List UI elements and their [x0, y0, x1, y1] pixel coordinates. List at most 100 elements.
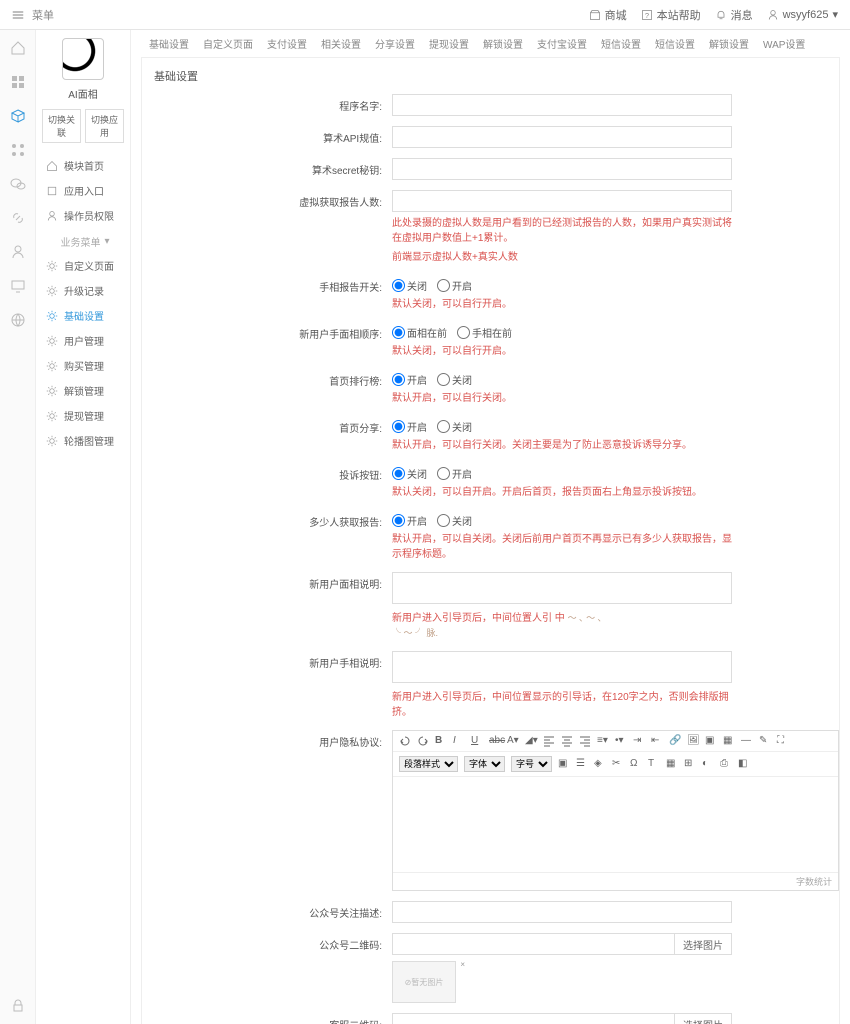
bold-icon[interactable]: B — [435, 735, 447, 747]
radio-howmany-off[interactable]: 关闭 — [437, 513, 472, 528]
top-link-msg[interactable]: 消息 — [715, 7, 753, 23]
menu-label[interactable]: 菜单 — [32, 7, 54, 23]
rail-globe-icon[interactable] — [10, 312, 26, 328]
bg-color-icon[interactable]: ◢▾ — [525, 735, 537, 747]
tab-6[interactable]: 解锁设置 — [483, 36, 523, 51]
hr-icon[interactable]: — — [741, 735, 753, 747]
gzh-desc-input[interactable] — [392, 901, 732, 923]
tab-0[interactable]: 基础设置 — [149, 36, 189, 51]
video-icon[interactable]: ▣ — [705, 735, 717, 747]
format-select[interactable]: 段落样式 — [399, 756, 458, 772]
image-icon[interactable]: 🖼 — [687, 735, 699, 747]
tab-2[interactable]: 支付设置 — [267, 36, 307, 51]
tb2-icon-10[interactable]: ⎙ — [720, 758, 732, 770]
tab-8[interactable]: 短信设置 — [601, 36, 641, 51]
tb2-icon-6[interactable]: T — [648, 758, 660, 770]
rail-apps-icon[interactable] — [10, 142, 26, 158]
editor-body[interactable] — [393, 777, 838, 872]
menu-biz-6[interactable]: 提现管理 — [42, 403, 124, 428]
tb2-icon-3[interactable]: ◈ — [594, 758, 606, 770]
tb2-icon-4[interactable]: ✂ — [612, 758, 624, 770]
menu-biz-4[interactable]: 购买管理 — [42, 353, 124, 378]
top-link-help[interactable]: ?本站帮助 — [641, 7, 701, 23]
menu-icon[interactable] — [12, 9, 24, 21]
tab-5[interactable]: 提现设置 — [429, 36, 469, 51]
remove-gzh-qr-icon[interactable]: × — [460, 960, 465, 969]
list-ol-icon[interactable]: ≡▾ — [597, 735, 609, 747]
rail-user-icon[interactable] — [10, 244, 26, 260]
tab-3[interactable]: 相关设置 — [321, 36, 361, 51]
radio-share-off[interactable]: 关闭 — [437, 419, 472, 434]
radio-face-first[interactable]: 面相在前 — [392, 325, 447, 340]
program-name-input[interactable] — [392, 94, 732, 116]
menu-biz-7[interactable]: 轮播图管理 — [42, 428, 124, 453]
gzh-qr-input[interactable] — [392, 933, 675, 955]
top-user[interactable]: wsyyf625▾ — [767, 8, 838, 21]
hand-guide-textarea[interactable] — [392, 651, 732, 683]
menu-biz-1[interactable]: 升级记录 — [42, 278, 124, 303]
menu-biz-5[interactable]: 解锁管理 — [42, 378, 124, 403]
redo-icon[interactable] — [417, 735, 429, 747]
face-guide-textarea[interactable] — [392, 572, 732, 604]
api-addr-input[interactable] — [392, 126, 732, 148]
tb2-icon-1[interactable]: ▣ — [558, 758, 570, 770]
radio-complaint-off[interactable]: 关闭 — [392, 466, 427, 481]
radio-rank-off[interactable]: 关闭 — [437, 372, 472, 387]
virtual-count-input[interactable] — [392, 190, 732, 212]
tab-4[interactable]: 分享设置 — [375, 36, 415, 51]
gzh-qr-select-button[interactable]: 选择图片 — [675, 933, 732, 955]
menu-biz-3[interactable]: 用户管理 — [42, 328, 124, 353]
kf-qr-input[interactable] — [392, 1013, 675, 1024]
tab-11[interactable]: WAP设置 — [763, 36, 805, 51]
rail-display-icon[interactable] — [10, 278, 26, 294]
list-ul-icon[interactable]: •▾ — [615, 735, 627, 747]
font-size-select[interactable]: 字号 — [511, 756, 552, 772]
menu-module-home[interactable]: 模块首页 — [42, 153, 124, 178]
tab-9[interactable]: 短信设置 — [655, 36, 695, 51]
secret-input[interactable] — [392, 158, 732, 180]
italic-icon[interactable]: I — [453, 735, 465, 747]
font-color-icon[interactable]: A▾ — [507, 735, 519, 747]
tb2-icon-9[interactable]: ◐ — [702, 758, 714, 770]
switch-app-button[interactable]: 切换应用 — [85, 109, 124, 143]
kf-qr-select-button[interactable]: 选择图片 — [675, 1013, 732, 1024]
tab-7[interactable]: 支付宝设置 — [537, 36, 587, 51]
strike-icon[interactable]: abc — [489, 735, 501, 747]
top-link-store[interactable]: 商城 — [589, 7, 627, 23]
radio-complaint-on[interactable]: 开启 — [437, 466, 472, 481]
menu-biz-2[interactable]: 基础设置 — [42, 303, 124, 328]
tb2-icon-2[interactable]: ☰ — [576, 758, 588, 770]
radio-share-on[interactable]: 开启 — [392, 419, 427, 434]
link-icon[interactable]: 🔗 — [669, 735, 681, 747]
radio-hand-first[interactable]: 手相在前 — [457, 325, 512, 340]
radio-hand-on[interactable]: 开启 — [437, 278, 472, 293]
menu-app-entry[interactable]: 应用入口 — [42, 178, 124, 203]
undo-icon[interactable] — [399, 735, 411, 747]
menu-operator-perm[interactable]: 操作员权限 — [42, 203, 124, 228]
rail-link-icon[interactable] — [10, 210, 26, 226]
align-left-icon[interactable] — [543, 735, 555, 747]
radio-howmany-on[interactable]: 开启 — [392, 513, 427, 528]
tab-10[interactable]: 解锁设置 — [709, 36, 749, 51]
tb2-icon-8[interactable]: ⊞ — [684, 758, 696, 770]
rail-grid-icon[interactable] — [10, 74, 26, 90]
tab-1[interactable]: 自定义页面 — [203, 36, 253, 51]
tb2-icon-11[interactable]: ◧ — [738, 758, 750, 770]
menu-biz-0[interactable]: 自定义页面 — [42, 253, 124, 278]
align-right-icon[interactable] — [579, 735, 591, 747]
table-icon[interactable]: ▦ — [723, 735, 735, 747]
radio-rank-on[interactable]: 开启 — [392, 372, 427, 387]
align-center-icon[interactable] — [561, 735, 573, 747]
tb2-icon-5[interactable]: Ω — [630, 758, 642, 770]
rail-cube-icon[interactable] — [10, 108, 26, 124]
outdent-icon[interactable]: ⇤ — [651, 735, 663, 747]
radio-hand-off[interactable]: 关闭 — [392, 278, 427, 293]
rail-lock-icon[interactable] — [10, 998, 26, 1014]
rail-home-icon[interactable] — [10, 40, 26, 56]
rail-wechat-icon[interactable] — [10, 176, 26, 192]
fullscreen-icon[interactable]: ⛶ — [777, 735, 789, 747]
underline-icon[interactable]: U — [471, 735, 483, 747]
eraser-icon[interactable]: ✎ — [759, 735, 771, 747]
indent-icon[interactable]: ⇥ — [633, 735, 645, 747]
tb2-icon-7[interactable]: ▦ — [666, 758, 678, 770]
